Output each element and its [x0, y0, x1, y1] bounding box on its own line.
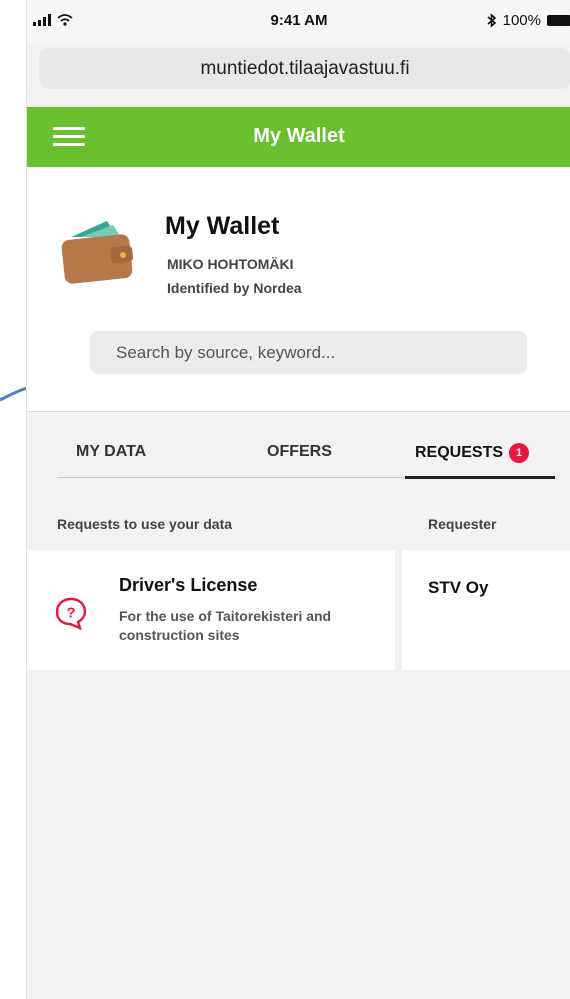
user-name: MIKO HOHTOMÄKI [167, 256, 294, 272]
app-header: My Wallet [27, 107, 570, 167]
column-header-requester: Requester [428, 516, 497, 532]
active-tab-indicator [405, 476, 555, 479]
request-row[interactable]: ? Driver's License For the use of Taitor… [27, 550, 395, 670]
svg-text:?: ? [66, 605, 75, 622]
wallet-panel: My Wallet MIKO HOHTOMÄKI Identified by N… [27, 167, 570, 412]
search-input[interactable] [90, 331, 527, 374]
requester-cell[interactable]: STV Oy [402, 550, 570, 670]
tab-bar: MY DATA OFFERS REQUESTS 1 [27, 412, 570, 480]
battery-icon [547, 15, 570, 26]
battery-percent: 100% [502, 12, 541, 29]
app-header-title: My Wallet [253, 125, 345, 147]
status-bar: 9:41 AM 100% [27, 0, 570, 44]
requester-name: STV Oy [428, 578, 489, 597]
wallet-icon [61, 221, 134, 284]
identity-provider: Identified by Nordea [167, 280, 302, 296]
column-header-requests: Requests to use your data [57, 516, 233, 532]
bluetooth-icon [487, 13, 496, 28]
battery-status: 100% [487, 12, 570, 29]
request-title: Driver's License [119, 575, 258, 595]
question-bubble-icon: ? [55, 597, 87, 631]
tab-my-data[interactable]: MY DATA [76, 443, 146, 461]
url-bar[interactable]: muntiedot.tilaajavastuu.fi [39, 48, 570, 89]
phone-screen: 9:41 AM 100% muntiedot.tilaajavastuu.fi … [26, 0, 570, 999]
wallet-title: My Wallet [165, 212, 280, 240]
tab-requests[interactable]: REQUESTS 1 [415, 443, 530, 463]
tab-offers[interactable]: OFFERS [267, 443, 332, 461]
tab-requests-label: REQUESTS [415, 444, 504, 461]
requests-count-badge: 1 [509, 443, 530, 463]
request-description: For the use of Taitorekisteri and constr… [119, 608, 332, 643]
